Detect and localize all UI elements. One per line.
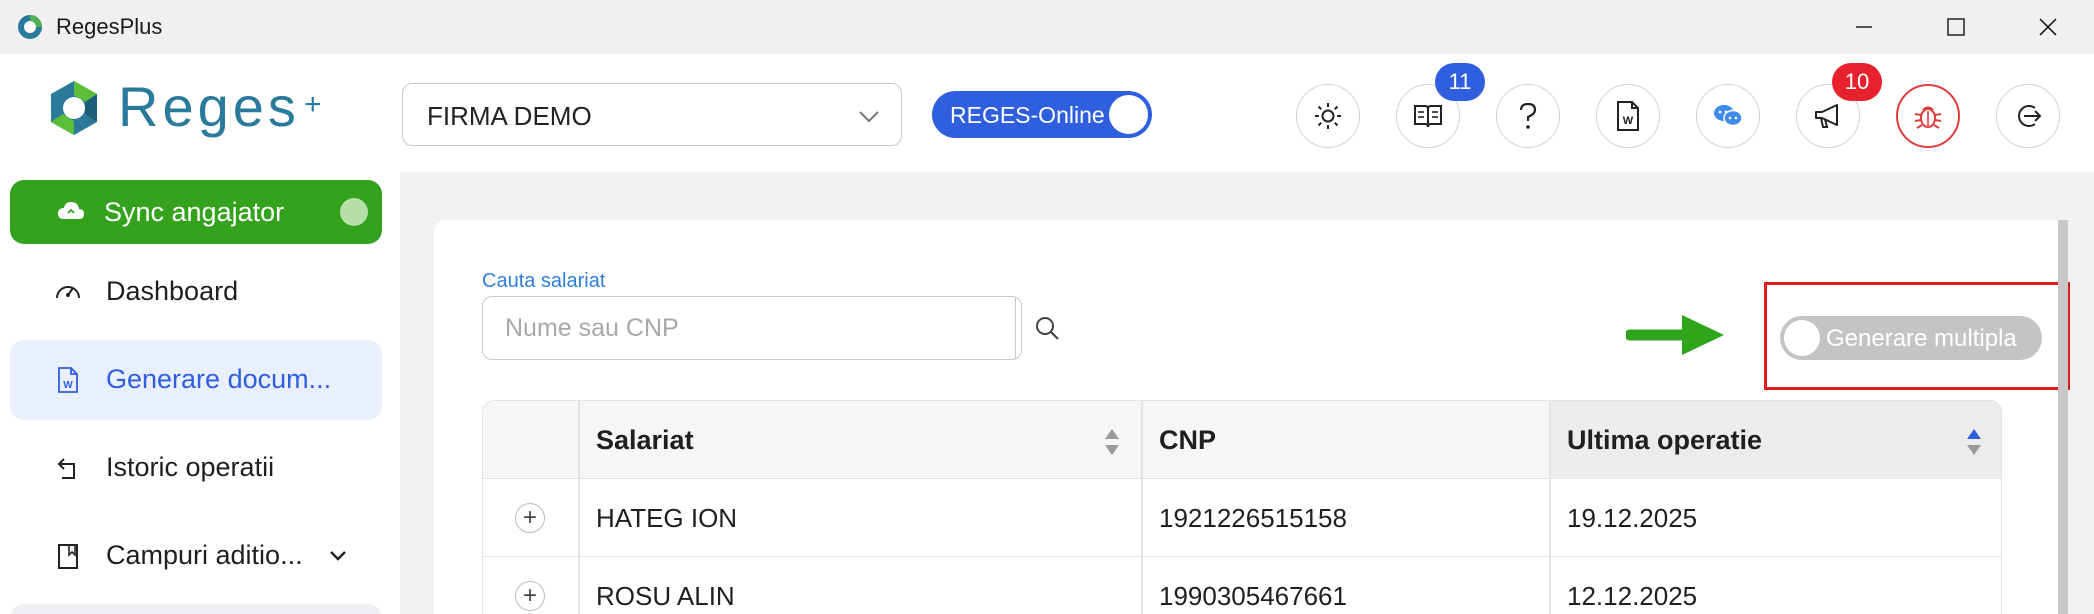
report-bug-button[interactable] [1896,84,1960,148]
window-title: RegesPlus [56,14,163,39]
word-documents-button[interactable]: W [1596,84,1660,148]
toggle-knob [1784,320,1820,356]
search-input[interactable] [505,311,975,345]
word-doc-icon: W [1617,101,1639,131]
main-content: Cauta salariat Generare multipla [400,172,2094,614]
cell-salariat: ROSU ALIN [596,581,735,611]
search-icon [1035,317,1059,340]
content-card: Cauta salariat Generare multipla [434,220,2070,614]
generare-multipla-label: Generare multipla [1826,325,2017,352]
theme-button[interactable] [1296,84,1360,148]
help-button[interactable] [1496,84,1560,148]
window-title-bar: RegesPlus [0,0,2094,54]
sidebar-item-campuri-aditionale[interactable]: Campuri aditio... [10,516,382,596]
sidebar-item-label: Dashboard [106,276,239,306]
logo-text: Reges [118,75,300,138]
sort-icon[interactable] [1103,427,1121,457]
minimize-button[interactable] [1818,0,1910,54]
help-icon [1519,102,1537,129]
sync-employer-label: Sync angajator [104,197,285,227]
chat-icon [1714,105,1743,127]
reges-logo-icon [51,81,97,135]
chevron-down-icon [859,111,879,123]
bookmark-icon [58,544,78,569]
reges-online-toggle[interactable]: REGES-Online [932,91,1152,138]
toggle-knob [1109,95,1148,134]
scrollbar[interactable] [2058,220,2068,614]
sidebar-item-istoric-operatii[interactable]: Istoric operatii [10,428,382,508]
table-row[interactable]: + HATEG ION 1921226515158 19.12.2025 [483,479,2001,557]
sidebar-item-dashboard[interactable]: Dashboard [10,252,382,332]
book-icon [1414,105,1442,128]
minimize-icon [1856,26,1872,28]
cell-ultima-operatie: 19.12.2025 [1567,503,1698,533]
table-row[interactable]: + ROSU ALIN 1990305467661 12.12.2025 [483,557,2001,614]
sort-ascending-icon[interactable] [1965,427,1983,457]
expand-row-button[interactable]: + [515,503,545,533]
maximize-button[interactable] [1910,0,2002,54]
svg-text:W: W [63,380,73,391]
green-arrow-annotation [1626,315,1724,355]
maximize-icon [1947,18,1965,36]
gauge-icon [56,286,80,299]
sidebar-item-label: Campuri aditio... [106,540,303,570]
history-icon [57,458,75,479]
company-select-value: FIRMA DEMO [427,101,592,131]
cloud-sync-icon [58,202,84,219]
sun-icon [1315,103,1341,129]
chat-button[interactable] [1696,84,1760,148]
app-logo-icon [18,15,42,39]
column-header-cnp[interactable]: CNP [1159,425,1216,456]
close-icon [2039,18,2057,36]
svg-text:W: W [1623,115,1634,127]
close-window-button[interactable] [2002,0,2094,54]
company-select[interactable]: FIRMA DEMO [402,83,902,146]
sidebar: Sync angajator Dashboard W Generare docu… [0,172,400,614]
search-box [482,296,1059,360]
employees-table: Salariat CNP Ultima operatie + HATEG ION… [482,400,2002,614]
cell-ultima-operatie: 12.12.2025 [1567,581,1698,611]
bug-icon [1914,106,1942,129]
sidebar-next-item[interactable] [10,604,382,614]
chevron-down-icon [330,551,346,561]
column-header-ultima-operatie[interactable]: Ultima operatie [1567,425,1762,456]
reges-online-label: REGES-Online [950,102,1105,128]
sidebar-item-label: Generare docum... [106,364,332,394]
manual-badge: 11 [1435,63,1485,101]
megaphone-icon [1815,104,1838,128]
sync-status-dot [340,198,368,226]
sidebar-item-generare-documente[interactable]: W Generare docum... [10,340,382,420]
cell-salariat: HATEG ION [596,503,738,533]
announcements-badge: 10 [1832,63,1882,101]
sync-employer-button[interactable]: Sync angajator [10,180,382,244]
word-doc-icon: W [58,367,78,393]
search-label: Cauta salariat [482,270,606,292]
cell-cnp: 1990305467661 [1159,581,1347,611]
cell-cnp: 1921226515158 [1159,503,1347,533]
expand-row-button[interactable]: + [515,581,545,611]
sidebar-item-label: Istoric operatii [106,452,275,482]
logo-plus: + [304,88,322,121]
logout-icon [2018,105,2042,127]
logout-button[interactable] [1996,84,2060,148]
search-button[interactable] [1015,297,1077,359]
generare-multipla-toggle[interactable]: Generare multipla [1780,316,2042,360]
column-header-salariat[interactable]: Salariat [596,425,694,456]
